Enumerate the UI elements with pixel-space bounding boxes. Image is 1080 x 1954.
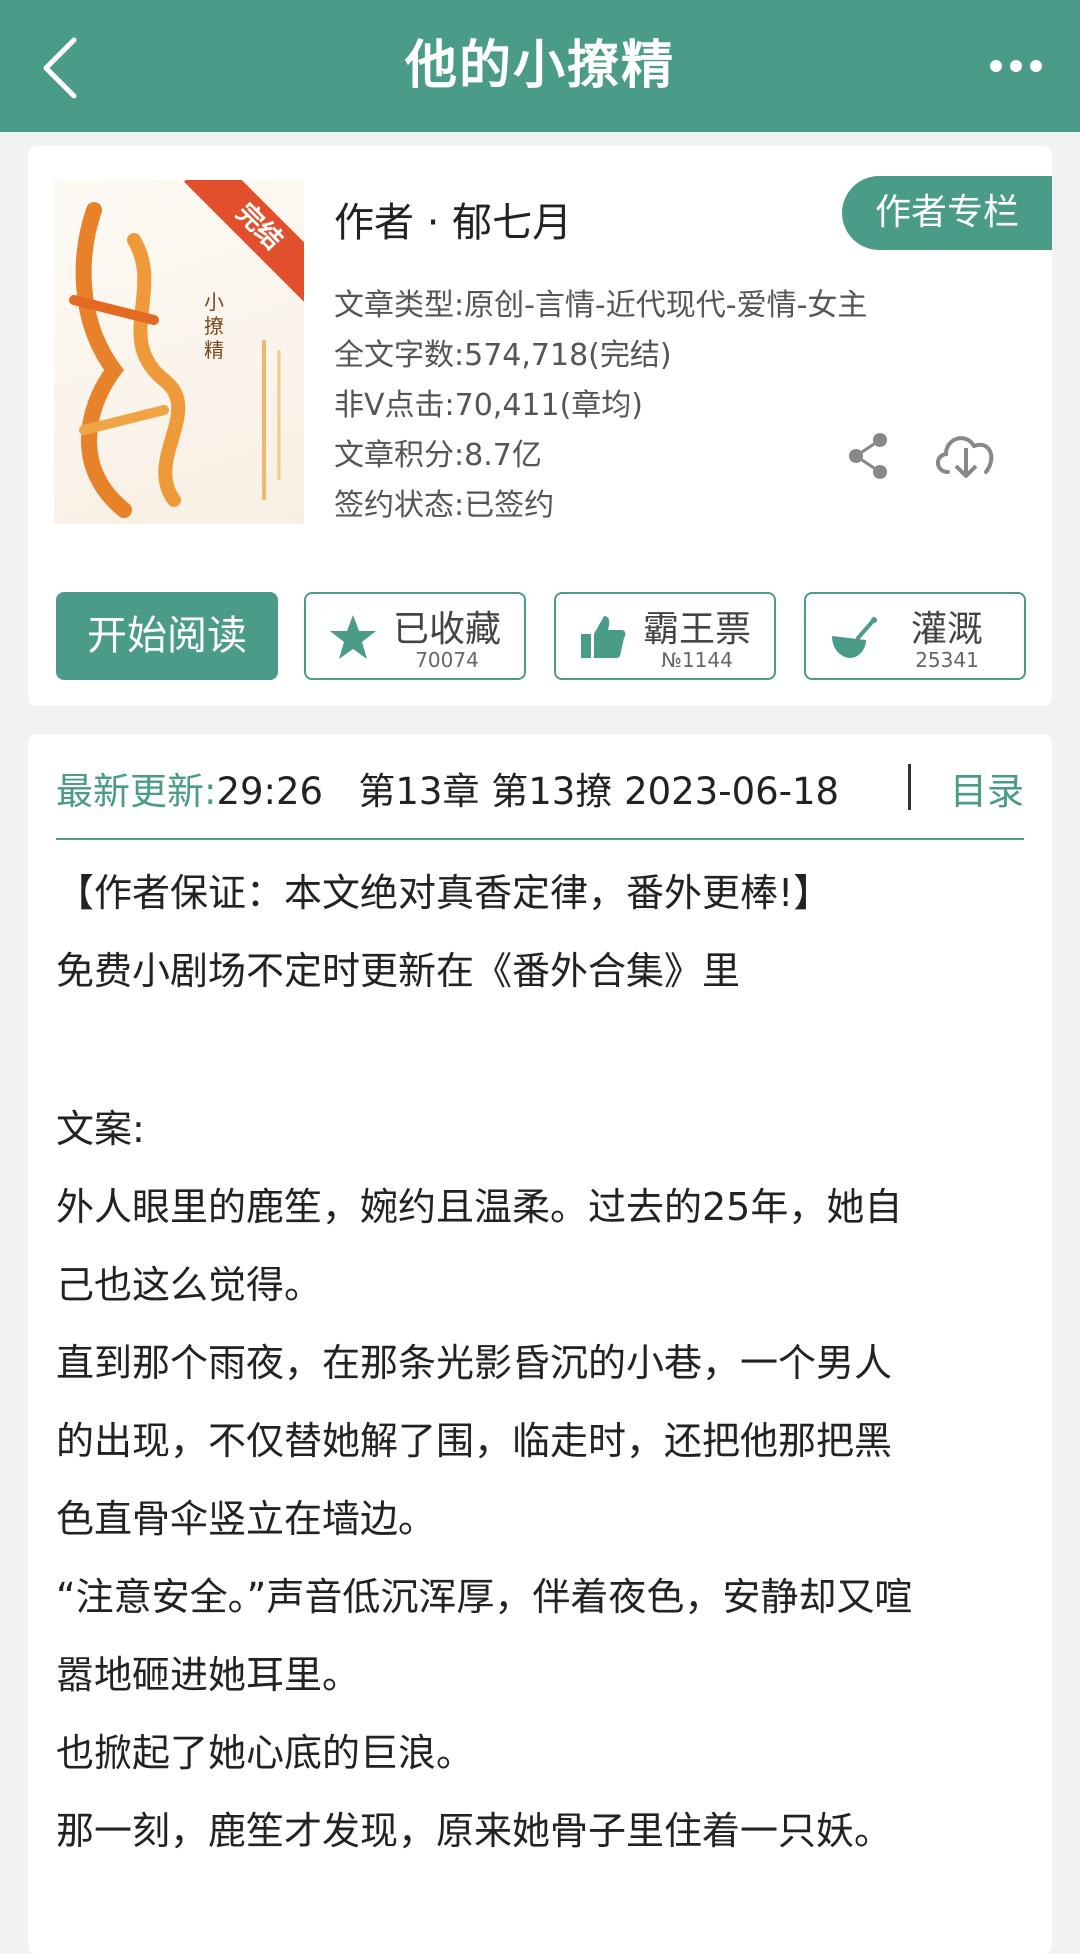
latest-update-label: 最新更新: (56, 770, 217, 813)
vote-button[interactable]: 霸王票 №1144 (554, 592, 776, 680)
divider (56, 838, 1024, 840)
favorite-label: 已收藏 (392, 609, 501, 650)
intro-card: 最新更新:29:26 第13章 第13撩 2023-06-18 目录 【作者保证… (28, 734, 1052, 1954)
intro-line: 那一刻，鹿笙才发现，原来她骨子里住着一只妖。 (56, 1809, 893, 1853)
vote-label: 霸王票 (642, 609, 751, 650)
water-count: 25341 (915, 648, 979, 672)
intro-line: 外人眼里的鹿笙，婉约且温柔。过去的25年，她自 (56, 1185, 903, 1229)
favorite-button[interactable]: 已收藏 70074 (304, 592, 526, 680)
meta-sign-status: 签约状态:已签约 (334, 488, 555, 523)
top-bar: 他的小撩精 (0, 0, 1080, 132)
cloud-download-icon[interactable] (930, 426, 1000, 484)
water-button[interactable]: 灌溉 25341 (804, 592, 1026, 680)
book-cover[interactable]: 完结 小撩精 (54, 180, 304, 524)
meta-type: 文章类型:原创-言情-近代现代-爱情-女主 (334, 288, 868, 323)
intro-line: 免费小剧场不定时更新在《番外合集》里 (56, 949, 741, 993)
intro-line: 嚣地砸进她耳里。 (56, 1653, 361, 1697)
meta-score: 文章积分:8.7亿 (334, 438, 542, 473)
intro-line: 己也这么觉得。 (56, 1263, 323, 1307)
intro-line: 文案: (56, 1107, 145, 1151)
meta-word-count: 全文字数:574,718(完结) (334, 338, 672, 373)
intro-line: “注意安全。”声音低沉浑厚，伴着夜色，安静却又喧 (56, 1575, 913, 1619)
thumbs-up-icon (581, 616, 626, 658)
latest-update[interactable]: 最新更新:29:26 第13章 第13撩 2023-06-18 (56, 762, 1024, 822)
watering-icon (832, 617, 877, 658)
book-info-card: 完结 小撩精 作者 · 郁七月 作者专栏 文章类型:原创-言情-近代现代-爱情-… (28, 146, 1052, 706)
intro-line: 【作者保证：本文绝对真香定律，番外更棒!】 (56, 871, 832, 915)
favorite-count: 70074 (415, 648, 479, 672)
intro-line: 也掀起了她心底的巨浪。 (56, 1731, 475, 1775)
author-name[interactable]: 作者 · 郁七月 (334, 190, 572, 248)
latest-update-value: 29:26 第13章 第13撩 2023-06-18 (216, 770, 840, 813)
page-title: 他的小撩精 (404, 36, 675, 96)
intro-line: 色直骨伞竖立在墙边。 (56, 1497, 437, 1541)
water-label: 灌溉 (910, 609, 983, 650)
share-icon[interactable] (846, 432, 890, 480)
start-reading-button[interactable]: 开始阅读 (56, 592, 278, 680)
ellipsis-icon[interactable] (988, 58, 1044, 74)
separator (908, 764, 911, 810)
toc-link[interactable]: 目录 (950, 762, 1024, 822)
intro-line: 直到那个雨夜，在那条光影昏沉的小巷，一个男人 (56, 1341, 893, 1385)
star-icon (330, 615, 376, 659)
intro-line: 的出现，不仅替她解了围，临走时，还把他那把黑 (56, 1419, 893, 1463)
cover-title: 小撩精 (204, 290, 224, 362)
vote-count: №1144 (661, 648, 733, 672)
meta-clicks: 非V点击:70,411(章均) (334, 388, 644, 423)
author-column-button[interactable]: 作者专栏 (842, 176, 1052, 250)
